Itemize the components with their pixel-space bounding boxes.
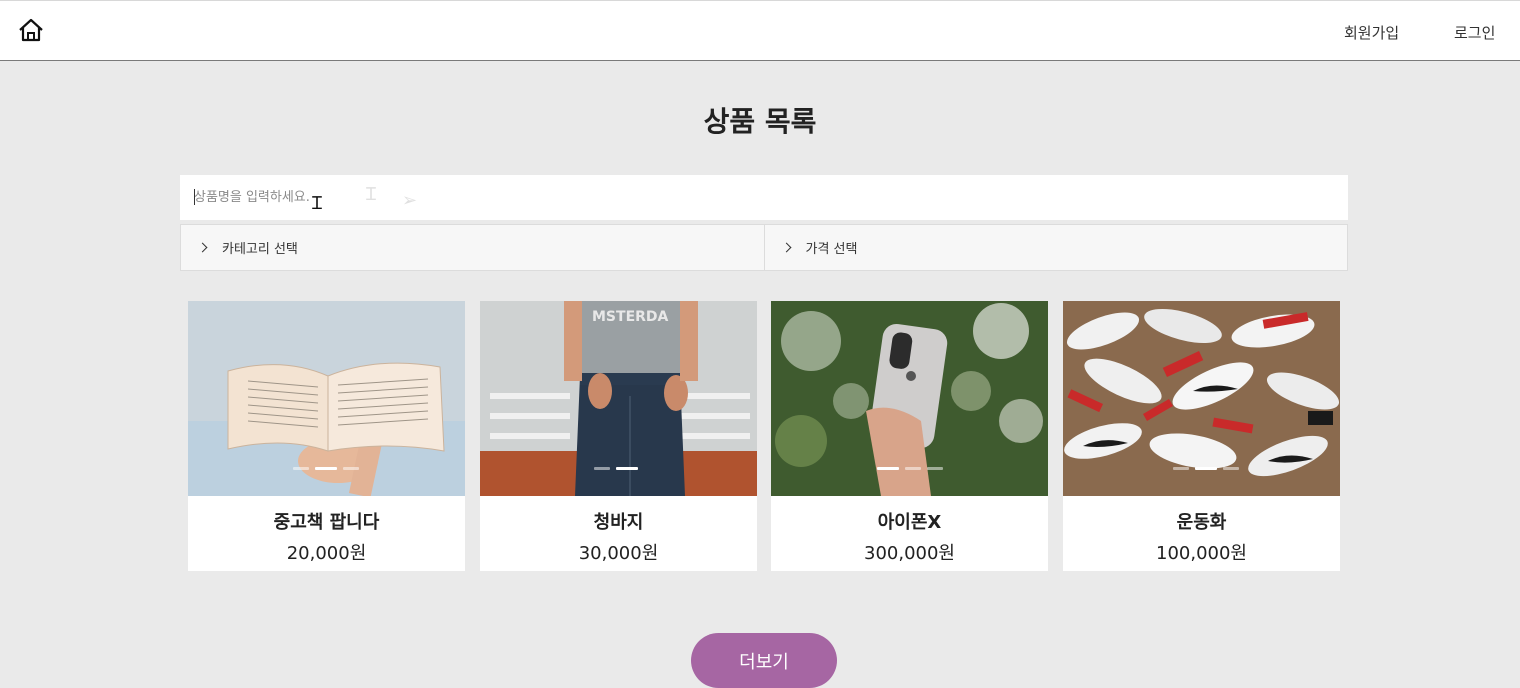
carousel-dot-active[interactable]	[616, 467, 638, 470]
filter-bar: 카테고리 선택 가격 선택	[180, 224, 1348, 271]
load-more-button[interactable]: 더보기	[691, 633, 837, 688]
product-image-sneakers	[1063, 301, 1340, 496]
carousel-indicator	[1173, 467, 1239, 470]
top-navbar: 회원가입 로그인	[0, 0, 1520, 61]
carousel-indicator	[877, 467, 943, 470]
product-price: 300,000원	[864, 543, 955, 564]
product-price: 30,000원	[578, 543, 659, 564]
product-image-jeans: MSTERDA	[480, 301, 757, 496]
carousel-indicator	[293, 467, 359, 470]
chevron-right-icon	[781, 242, 791, 253]
carousel-dot-active[interactable]	[1195, 467, 1217, 470]
product-card[interactable]: MSTERDA 청바지 30,000원	[480, 301, 757, 571]
product-name: 아이폰X	[877, 512, 942, 533]
ghost-cursor-icon: Ɪ	[366, 184, 377, 205]
carousel-dot[interactable]	[927, 467, 943, 470]
carousel-dot[interactable]	[594, 467, 610, 470]
product-card[interactable]: 운동화 100,000원	[1063, 301, 1340, 571]
carousel-dot[interactable]	[1223, 467, 1239, 470]
product-image-book	[188, 301, 465, 496]
carousel-dot[interactable]	[1173, 467, 1189, 470]
category-filter-label: 카테고리 선택	[222, 242, 298, 257]
carousel-indicator	[594, 467, 638, 470]
product-name: 운동화	[1176, 512, 1227, 533]
product-card[interactable]: 아이폰X 300,000원	[771, 301, 1048, 571]
product-name: 청바지	[593, 512, 644, 533]
product-price: 20,000원	[286, 543, 367, 564]
carousel-dot-active[interactable]	[877, 467, 899, 470]
carousel-dot[interactable]	[343, 467, 359, 470]
product-name: 중고책 팝니다	[273, 512, 380, 533]
ibeam-cursor-icon: Ɪ	[312, 193, 323, 214]
product-price: 100,000원	[1156, 543, 1247, 564]
product-search-input[interactable]	[180, 175, 1348, 220]
product-card[interactable]: 중고책 팝니다 20,000원	[188, 301, 465, 571]
price-filter[interactable]: 가격 선택	[764, 224, 1348, 271]
category-filter[interactable]: 카테고리 선택	[180, 224, 765, 271]
chevron-right-icon	[197, 242, 208, 253]
carousel-dot[interactable]	[293, 467, 309, 470]
product-grid: 중고책 팝니다 20,000원 MSTERDA 청바지 30,000원 아이폰X…	[188, 301, 1340, 571]
page-title: 상품 목록	[703, 105, 817, 138]
home-icon[interactable]	[18, 17, 44, 43]
ghost-pointer-icon: ➢	[402, 190, 418, 211]
svg-text:MSTERDA: MSTERDA	[592, 309, 669, 325]
login-link[interactable]: 로그인	[1454, 22, 1495, 43]
carousel-dot[interactable]	[905, 467, 921, 470]
signup-link[interactable]: 회원가입	[1344, 22, 1399, 43]
price-filter-label: 가격 선택	[805, 242, 858, 257]
product-image-iphone	[771, 301, 1048, 496]
carousel-dot-active[interactable]	[315, 467, 337, 470]
text-caret	[194, 189, 195, 205]
